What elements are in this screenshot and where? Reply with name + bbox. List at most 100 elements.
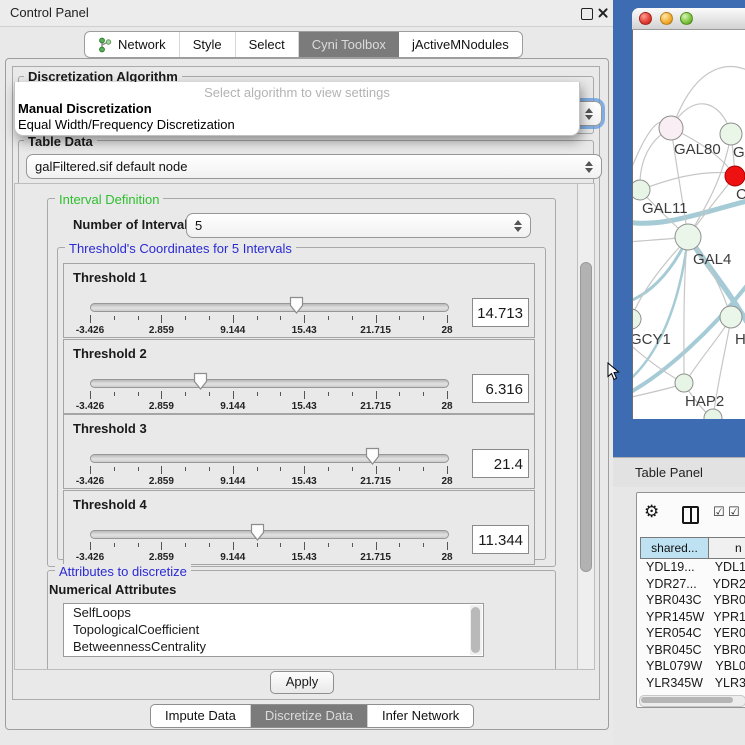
cell-shared-name: YBL079W	[640, 659, 709, 676]
threshold-row: Threshold 2 -3.4262.8599.14415.4321.7152…	[63, 339, 535, 414]
table-header: shared... n	[640, 537, 745, 559]
slider-track[interactable]	[90, 379, 449, 388]
settings-scrollbar[interactable]	[577, 183, 595, 670]
interval-definition-title: Interval Definition	[55, 192, 163, 207]
tab-label: Cyni Toolbox	[312, 37, 386, 52]
table-row[interactable]: YDR27... YDR2	[640, 577, 745, 594]
control-panel: Control Panel Network Style Select Cyni …	[0, 0, 613, 745]
dropdown-option-equal-width[interactable]: Equal Width/Frequency Discretization	[18, 117, 235, 132]
table-row[interactable]: YPR145W YPR1	[640, 610, 745, 627]
tab-label: Network	[118, 37, 166, 52]
threshold-row: Threshold 1 -3.4262.8599.14415.4321.7152…	[63, 263, 535, 338]
algorithm-dropdown-popup: Select algorithm to view settings Manual…	[14, 82, 580, 136]
cell-shared-name: YBR043C	[640, 593, 707, 610]
network-node[interactable]	[659, 116, 683, 140]
checkbox-icon[interactable]: ☑	[713, 505, 725, 520]
node-table: ⚙ ☑ ☑ shared... n YDL19... YDL1 YDR27...…	[636, 492, 745, 708]
slider-thumb[interactable]	[193, 372, 208, 391]
network-node[interactable]	[633, 309, 641, 329]
table-row[interactable]: YBR043C YBR0	[640, 593, 745, 610]
network-node[interactable]	[633, 180, 650, 200]
column-header-shared[interactable]: shared...	[640, 537, 709, 559]
tab-style[interactable]: Style	[180, 32, 236, 57]
slider-track[interactable]	[90, 530, 449, 539]
cell-name: YDR2	[707, 577, 745, 594]
attribute-item[interactable]: SelfLoops	[64, 604, 483, 621]
network-node[interactable]	[725, 166, 745, 186]
tab-infer-network[interactable]: Infer Network	[368, 705, 473, 727]
table-row[interactable]: YIL052C YIL0	[640, 692, 745, 694]
attribute-item[interactable]: TopologicalCoefficient	[64, 621, 483, 638]
network-edge[interactable]	[633, 244, 687, 382]
slider-ticks	[90, 391, 447, 400]
checkbox-icon[interactable]: ☑	[728, 505, 740, 520]
table-row[interactable]: YER054C YER0	[640, 626, 745, 643]
network-icon	[98, 37, 112, 53]
scrollbar-thumb[interactable]	[641, 697, 733, 703]
tab-select[interactable]: Select	[236, 32, 299, 57]
slider-tick-labels: -3.4262.8599.14415.4321.71528	[90, 401, 447, 413]
table-row[interactable]: YBL079W YBL0	[640, 659, 745, 676]
table-rows: YDL19... YDL1 YDR27... YDR2 YBR043C YBR0…	[640, 560, 745, 694]
network-canvas[interactable]: GAL80GACGAL11GAL4GCY1HHAP2	[633, 30, 745, 419]
number-of-intervals-combobox[interactable]: 5	[186, 213, 531, 238]
tab-cyni-toolbox[interactable]: Cyni Toolbox	[299, 32, 399, 57]
numerical-attributes-list[interactable]: SelfLoopsTopologicalCoefficientBetweenne…	[63, 603, 484, 657]
attributes-scrollbar[interactable]	[470, 605, 482, 655]
minimize-traffic-light-icon[interactable]	[660, 12, 673, 25]
columns-icon[interactable]	[682, 506, 699, 524]
thresholds-group-title: Threshold's Coordinates for 5 Intervals	[65, 241, 296, 256]
threshold-value-field[interactable]: 6.316	[472, 374, 529, 403]
table-row[interactable]: YBR045C YBR0	[640, 643, 745, 660]
tab-label: jActiveMNodules	[412, 37, 509, 52]
apply-button[interactable]: Apply	[270, 671, 334, 694]
network-node[interactable]	[720, 306, 742, 328]
cell-shared-name: YBR045C	[640, 643, 707, 660]
dropdown-option-manual-discretization[interactable]: Manual Discretization	[18, 101, 152, 116]
scrollbar-thumb[interactable]	[580, 262, 592, 572]
table-hscrollbar[interactable]	[639, 695, 745, 707]
column-header-name[interactable]: n	[709, 537, 745, 559]
slider-track[interactable]	[90, 454, 449, 463]
tab-discretize-data[interactable]: Discretize Data	[251, 705, 368, 727]
table-data-combobox[interactable]: galFiltered.sif default node	[26, 154, 602, 179]
table-row[interactable]: YLR345W YLR3	[640, 676, 745, 693]
network-node[interactable]	[720, 123, 742, 145]
threshold-value-field[interactable]: 14.713	[472, 298, 529, 327]
close-icon[interactable]	[597, 7, 609, 19]
cell-name: YLR3	[709, 676, 745, 693]
threshold-value-field[interactable]: 21.4	[472, 449, 529, 478]
slider-thumb[interactable]	[289, 296, 304, 315]
threshold-slider[interactable]: -3.4262.8599.14415.4321.71528	[90, 449, 447, 487]
cell-name: YPR1	[707, 610, 745, 627]
network-edge[interactable]	[640, 172, 733, 190]
network-node[interactable]	[704, 409, 722, 419]
cell-name: YIL0	[710, 692, 742, 694]
table-row[interactable]: YDL19... YDL1	[640, 560, 745, 577]
float-window-icon[interactable]	[581, 8, 593, 20]
number-of-intervals-value: 5	[195, 218, 202, 233]
number-of-intervals-label: Number of Intervals	[73, 217, 195, 232]
tab-impute-data[interactable]: Impute Data	[151, 705, 251, 727]
tab-jactivemnodules[interactable]: jActiveMNodules	[399, 32, 522, 57]
slider-track[interactable]	[90, 303, 449, 312]
close-traffic-light-icon[interactable]	[639, 12, 652, 25]
threshold-slider[interactable]: -3.4262.8599.14415.4321.71528	[90, 298, 447, 336]
gear-icon[interactable]: ⚙	[644, 502, 659, 522]
slider-thumb[interactable]	[365, 447, 380, 466]
threshold-slider[interactable]: -3.4262.8599.14415.4321.71528	[90, 525, 447, 563]
threshold-slider[interactable]: -3.4262.8599.14415.4321.71528	[90, 374, 447, 412]
zoom-traffic-light-icon[interactable]	[680, 12, 693, 25]
tab-network[interactable]: Network	[85, 32, 180, 57]
network-node[interactable]	[675, 374, 693, 392]
network-node[interactable]	[675, 224, 701, 250]
dropdown-prompt-option[interactable]: Select algorithm to view settings	[15, 85, 579, 100]
attribute-item[interactable]: BetweennessCentrality	[64, 638, 483, 655]
node-label: GAL80	[674, 141, 721, 158]
threshold-value-field[interactable]: 11.344	[472, 525, 529, 554]
slider-ticks	[90, 315, 447, 324]
tab-label: Style	[193, 37, 222, 52]
network-edge[interactable]	[673, 67, 745, 126]
slider-thumb[interactable]	[250, 523, 265, 542]
tab-label: Select	[249, 37, 285, 52]
